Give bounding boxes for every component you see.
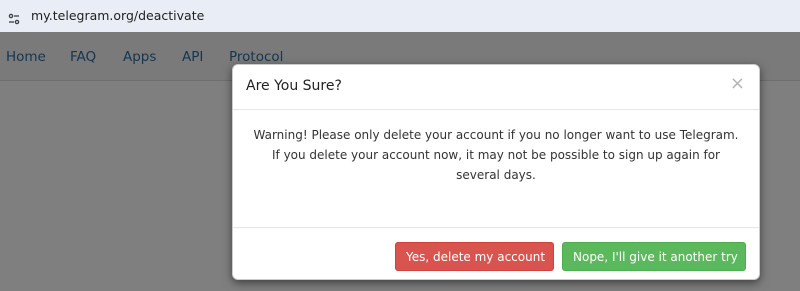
dialog-body: Warning! Please only delete your account… (233, 110, 759, 227)
cancel-delete-button[interactable]: Nope, I'll give it another try (562, 242, 746, 271)
close-icon[interactable]: × (730, 75, 745, 93)
delete-account-button[interactable]: Yes, delete my account (395, 242, 554, 271)
dialog-footer: Yes, delete my account Nope, I'll give i… (233, 227, 759, 279)
dialog-header: Are You Sure? × (233, 65, 759, 110)
warning-message: Warning! Please only delete your account… (253, 128, 739, 182)
tune-icon[interactable] (8, 10, 20, 25)
url-text[interactable]: my.telegram.org/deactivate (31, 8, 204, 23)
address-bar[interactable]: my.telegram.org/deactivate (0, 0, 800, 32)
delete-account-dialog: Are You Sure? × Warning! Please only del… (232, 64, 760, 280)
dialog-title: Are You Sure? (246, 78, 342, 94)
